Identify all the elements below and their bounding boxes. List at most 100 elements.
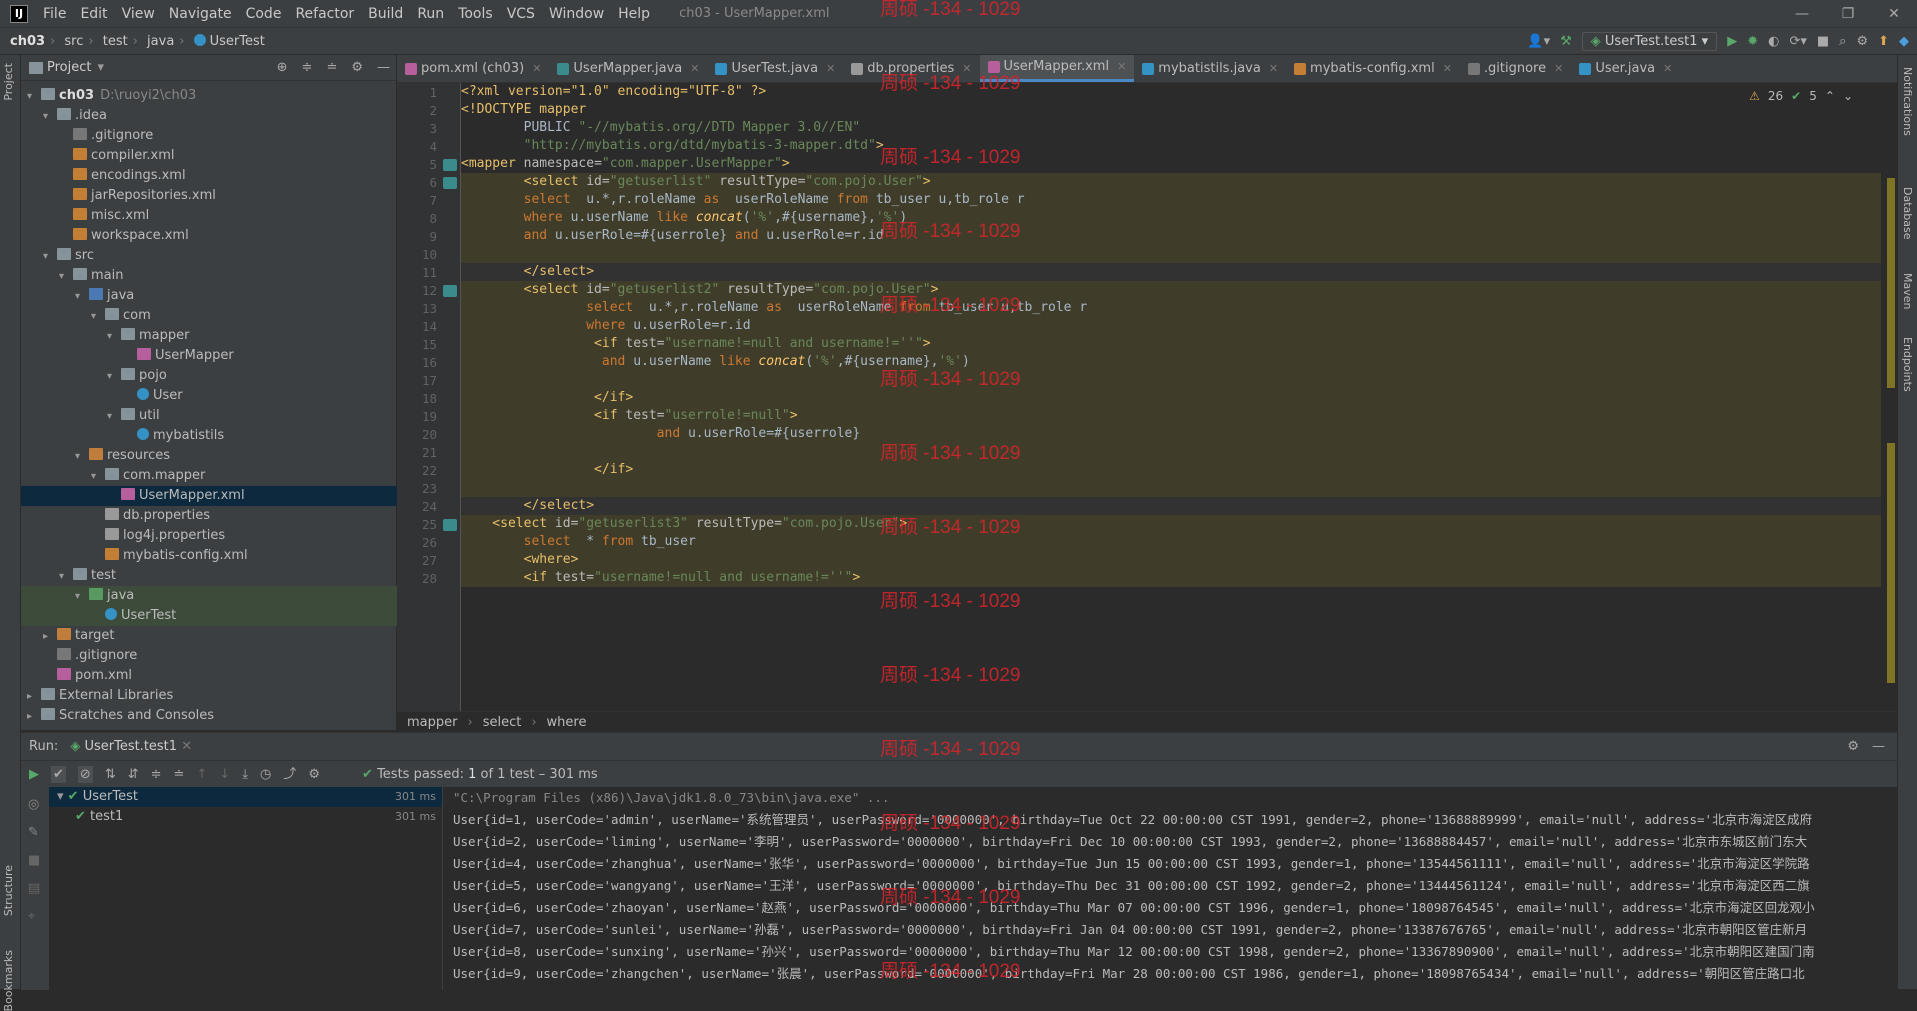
code-line[interactable]: select u.*,r.roleName as userRoleName fr… bbox=[461, 299, 1881, 317]
tree-item[interactable]: ▸ target bbox=[21, 626, 397, 646]
code-line[interactable]: <select id="getuserlist" resultType="com… bbox=[461, 173, 1881, 191]
close-tab-icon[interactable]: ✕ bbox=[826, 55, 835, 83]
inspection-widget[interactable]: ⚠ 26 ✔ 5 ⌃ ⌄ bbox=[1749, 89, 1853, 103]
code-line[interactable]: <select id="getuserlist3" resultType="co… bbox=[461, 515, 1881, 533]
tree-item[interactable]: UserTest bbox=[21, 606, 397, 626]
editor-tab[interactable]: User.java ✕ bbox=[1571, 55, 1680, 82]
run-icon[interactable]: ▶ bbox=[1727, 35, 1737, 48]
code-line[interactable]: and u.userRole=#{userrole} and u.userRol… bbox=[461, 227, 1881, 245]
export-icon[interactable]: ⤴ bbox=[283, 768, 296, 781]
code-line[interactable] bbox=[461, 479, 1881, 497]
mybatis-navigate-icon[interactable] bbox=[443, 177, 457, 189]
wrench-icon[interactable]: ✎ bbox=[28, 825, 39, 840]
notifications-tool-tab[interactable]: Notifications bbox=[1901, 67, 1914, 136]
code-line[interactable]: <select id="getuserlist2" resultType="co… bbox=[461, 281, 1881, 299]
maximize-button[interactable]: ❐ bbox=[1825, 0, 1871, 28]
close-tab-icon[interactable]: ✕ bbox=[1269, 55, 1278, 83]
code-line[interactable]: </if> bbox=[461, 461, 1881, 479]
menu-run[interactable]: Run bbox=[417, 6, 444, 22]
code-line[interactable]: <mapper namespace="com.mapper.UserMapper… bbox=[461, 155, 1881, 173]
menu-view[interactable]: View bbox=[122, 6, 155, 22]
menu-edit[interactable]: Edit bbox=[80, 6, 107, 22]
menu-vcs[interactable]: VCS bbox=[507, 6, 535, 22]
chevron-down-icon[interactable]: ⌄ bbox=[1843, 89, 1853, 103]
close-tab-icon[interactable]: ✕ bbox=[1663, 55, 1672, 83]
tree-item[interactable]: ▾ java bbox=[21, 586, 397, 606]
tree-item[interactable]: ▾ pojo bbox=[21, 366, 397, 386]
next-test-icon[interactable]: ↓ bbox=[219, 768, 230, 781]
chevron-up-icon[interactable]: ⌃ bbox=[1825, 89, 1835, 103]
code-editor[interactable]: 1 2 3 4 5 6 7 8 9 10 11 12 13 14 15 16 17 18 19 20 21 22 23 24 2… bbox=[397, 83, 1897, 711]
tree-item[interactable]: .gitignore bbox=[21, 126, 397, 146]
tree-item[interactable]: ▾ src bbox=[21, 246, 397, 266]
editor-tab[interactable]: pom.xml (ch03) ✕ bbox=[397, 55, 549, 82]
code-line[interactable]: where u.userName like concat('%',#{usern… bbox=[461, 209, 1881, 227]
menu-file[interactable]: File bbox=[43, 6, 66, 22]
tree-item[interactable]: ▾ resources bbox=[21, 446, 397, 466]
gear-icon[interactable]: ⚙ bbox=[351, 60, 363, 75]
coverage-icon[interactable]: ◐ bbox=[1768, 35, 1779, 48]
menu-navigate[interactable]: Navigate bbox=[169, 6, 232, 22]
code-line[interactable]: <!DOCTYPE mapper bbox=[461, 101, 1881, 119]
settings-icon[interactable]: ⚙ bbox=[308, 768, 320, 781]
code-line[interactable]: "http://mybatis.org/dtd/mybatis-3-mapper… bbox=[461, 137, 1881, 155]
crumb-test[interactable]: test bbox=[103, 34, 128, 49]
bc-where[interactable]: where bbox=[547, 715, 587, 730]
collapse-all-icon[interactable]: ≐ bbox=[174, 768, 185, 781]
maven-tool-tab[interactable]: Maven bbox=[1901, 273, 1914, 309]
mybatis-navigate-icon[interactable] bbox=[443, 285, 457, 297]
profile-icon[interactable]: ⟳▾ bbox=[1789, 35, 1806, 48]
project-tool-tab[interactable]: Project bbox=[2, 63, 15, 101]
plugin-icon[interactable]: ◆ bbox=[1899, 35, 1909, 48]
tree-item[interactable]: workspace.xml bbox=[21, 226, 397, 246]
menu-window[interactable]: Window bbox=[549, 6, 604, 22]
expand-arrow-icon[interactable]: ▾ bbox=[107, 367, 121, 387]
tree-item[interactable]: ▾ java bbox=[21, 286, 397, 306]
sort-alpha-icon[interactable]: ⇅ bbox=[105, 768, 116, 781]
locate-icon[interactable]: ⊕ bbox=[277, 60, 288, 75]
database-tool-tab[interactable]: Database bbox=[1901, 187, 1914, 240]
close-tab-icon[interactable]: ✕ bbox=[1117, 53, 1126, 81]
close-tab-icon[interactable]: ✕ bbox=[1443, 55, 1452, 83]
expand-arrow-icon[interactable]: ▾ bbox=[59, 567, 73, 587]
tree-item[interactable]: UserMapper.xml bbox=[21, 486, 397, 506]
stop-icon[interactable]: ■ bbox=[1817, 35, 1829, 48]
expand-arrow-icon[interactable]: ▸ bbox=[27, 687, 41, 707]
pin-icon[interactable]: ⌖ bbox=[28, 909, 35, 924]
crumb-usertest[interactable]: UserTest bbox=[210, 34, 265, 49]
search-icon[interactable]: ⌕ bbox=[1839, 35, 1846, 48]
expand-arrow-icon[interactable]: ▾ bbox=[57, 789, 68, 804]
code-line[interactable]: <where> bbox=[461, 551, 1881, 569]
bookmarks-tool-tab[interactable]: Bookmarks bbox=[2, 950, 15, 1011]
expand-arrow-icon[interactable]: ▾ bbox=[43, 247, 57, 267]
tree-item[interactable]: ▸ External Libraries bbox=[21, 686, 397, 706]
tree-item[interactable]: ▾ com bbox=[21, 306, 397, 326]
tree-item[interactable]: pom.xml bbox=[21, 666, 397, 686]
tree-item[interactable]: misc.xml bbox=[21, 206, 397, 226]
tree-item[interactable]: mybatistils bbox=[21, 426, 397, 446]
tree-item[interactable]: ▾ .idea bbox=[21, 106, 397, 126]
tree-item[interactable]: ▾ ch03 D:\ruoyi2\ch03 bbox=[21, 86, 397, 106]
run-tab[interactable]: ◈ UserTest.test1 ✕ bbox=[70, 739, 192, 754]
menu-help[interactable]: Help bbox=[618, 6, 650, 22]
update-icon[interactable]: ⬆ bbox=[1878, 35, 1889, 48]
tree-item[interactable]: User bbox=[21, 386, 397, 406]
code-line[interactable] bbox=[461, 245, 1881, 263]
hide-icon[interactable]: — bbox=[377, 60, 390, 75]
expand-arrow-icon[interactable]: ▾ bbox=[75, 287, 89, 307]
expand-arrow-icon[interactable]: ▸ bbox=[27, 707, 41, 727]
editor-tab[interactable]: .gitignore ✕ bbox=[1460, 55, 1571, 82]
close-tab-icon[interactable]: ✕ bbox=[1554, 55, 1563, 83]
code-line[interactable]: </select> bbox=[461, 497, 1881, 515]
structure-tool-tab[interactable]: Structure bbox=[2, 865, 15, 916]
bc-select[interactable]: select bbox=[483, 715, 522, 730]
code-line[interactable]: select u.*,r.roleName as userRoleName fr… bbox=[461, 191, 1881, 209]
show-ignored-icon[interactable]: ⊘ bbox=[77, 765, 93, 783]
endpoints-tool-tab[interactable]: Endpoints bbox=[1901, 337, 1914, 392]
tree-item[interactable]: encodings.xml bbox=[21, 166, 397, 186]
tree-item[interactable]: mybatis-config.xml bbox=[21, 546, 397, 566]
editor-scrollbar[interactable] bbox=[1885, 83, 1897, 711]
debug-icon[interactable]: ✹ bbox=[1747, 35, 1758, 48]
expand-arrow-icon[interactable]: ▾ bbox=[91, 307, 105, 327]
tree-item[interactable]: ▸ Scratches and Consoles bbox=[21, 706, 397, 726]
